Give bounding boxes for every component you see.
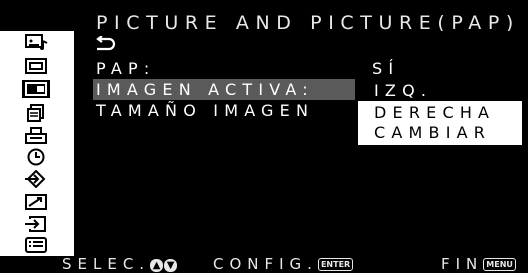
pap-value[interactable]: SÍ (372, 59, 399, 78)
sidebar (0, 31, 74, 256)
end-hint: FIN MENU (441, 255, 516, 273)
image-size-label[interactable]: TAMAÑO IMAGEN (96, 101, 314, 120)
select-hint: SELEC. ▲ ▼ (62, 255, 178, 273)
pap-label[interactable]: PAP: (96, 59, 155, 78)
enter-icon[interactable] (24, 215, 48, 233)
end-label: FIN (441, 255, 484, 273)
active-image-dropdown[interactable]: IZQ. DERECHA CAMBIAR (357, 78, 523, 146)
osd-menu: PICTURE AND PICTURE(PAP) PAP: SÍ IMAGEN … (0, 0, 528, 273)
picture-sound-icon[interactable] (24, 33, 48, 51)
down-arrow-icon: ▼ (164, 259, 178, 272)
config-hint: CONFIG. ENTER (213, 255, 354, 273)
option-swap[interactable]: CAMBIAR (374, 123, 491, 142)
document-icon[interactable] (24, 104, 48, 122)
menu-key-icon: MENU (483, 258, 516, 271)
config-label: CONFIG. (213, 255, 318, 273)
screen-icon[interactable] (24, 57, 48, 75)
clock-icon[interactable] (24, 148, 48, 166)
active-image-label[interactable]: IMAGEN ACTIVA: (96, 80, 314, 99)
pip-icon[interactable] (22, 80, 50, 98)
signal-icon[interactable] (24, 193, 48, 211)
up-arrow-icon: ▲ (150, 259, 164, 272)
input-icon[interactable] (24, 170, 48, 188)
select-label: SELEC. (62, 255, 151, 273)
printer-icon[interactable] (24, 127, 48, 145)
return-arrow-icon[interactable] (95, 35, 117, 52)
option-right[interactable]: DERECHA (374, 103, 495, 122)
footer-bar: SELEC. ▲ ▼ CONFIG. ENTER FIN MENU (0, 255, 528, 273)
option-left[interactable]: IZQ. (374, 81, 432, 100)
enter-key-icon: ENTER (317, 258, 354, 271)
list-icon[interactable] (24, 236, 48, 254)
